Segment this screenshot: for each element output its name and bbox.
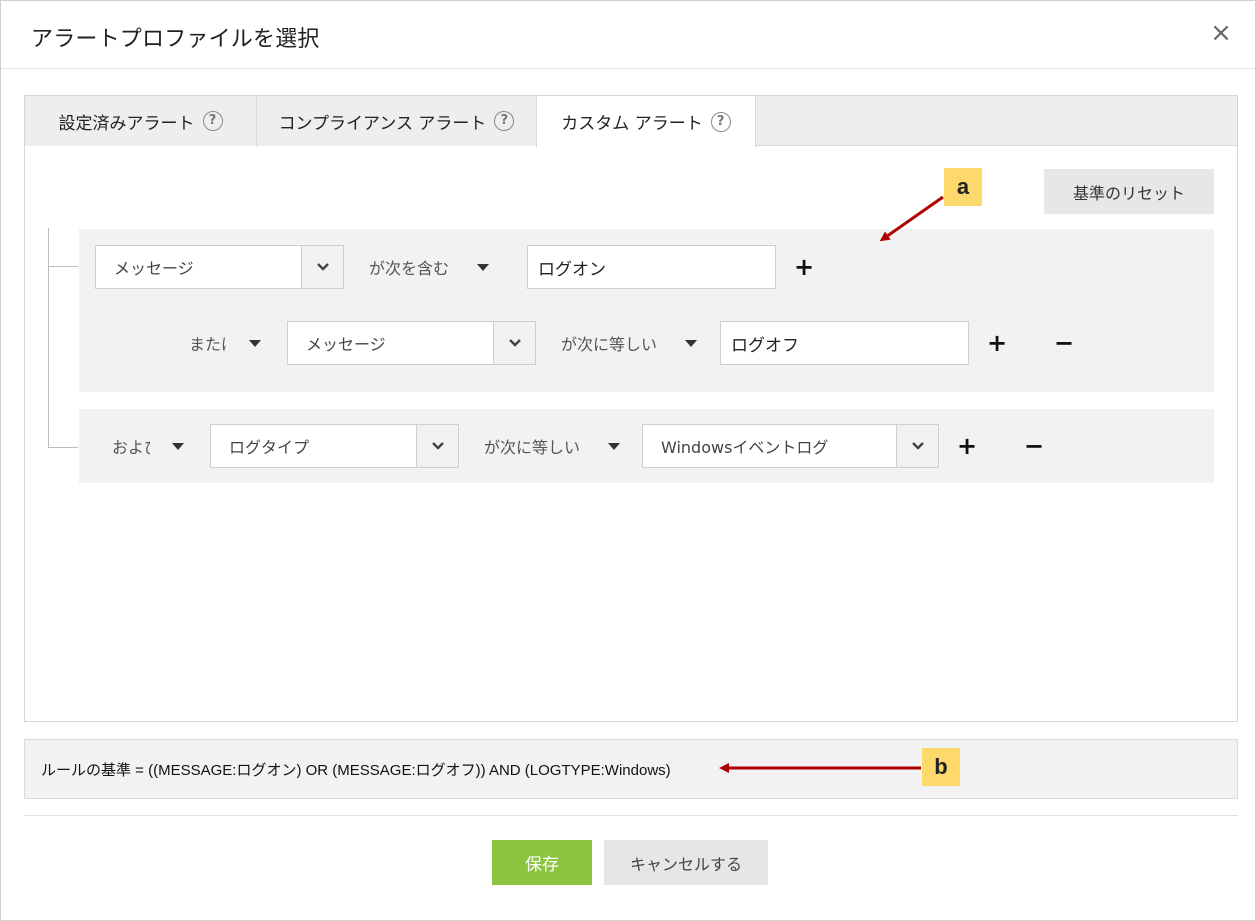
alert-panel: 設定済みアラート ? コンプライアンス アラート ? カスタム アラート ? 基… — [24, 95, 1238, 722]
add-condition-button[interactable]: + — [794, 255, 814, 279]
caret-down-icon — [172, 442, 184, 450]
conjunction-label: および — [112, 438, 150, 457]
value-input[interactable] — [527, 245, 776, 289]
help-icon[interactable]: ? — [710, 111, 731, 132]
field-select[interactable]: メッセージ — [95, 245, 344, 289]
tree-connector — [48, 447, 78, 448]
add-condition-button[interactable]: + — [957, 434, 977, 458]
chevron-down-icon[interactable] — [896, 425, 938, 467]
rule-criteria-summary: ルールの基準 = ((MESSAGE:ログオン) OR (MESSAGE:ログオ… — [24, 739, 1238, 799]
tab-compliance-alerts[interactable]: コンプライアンス アラート ? — [257, 96, 537, 146]
value-select-value: Windowsイベントログ — [661, 438, 829, 457]
tab-custom-alerts[interactable]: カスタム アラート ? — [536, 96, 756, 147]
chevron-down-icon[interactable] — [301, 246, 343, 288]
field-select-value: メッセージ — [306, 335, 386, 354]
rule-group-2: および ログタイプ が次に等しい Windowsイベントログ + − — [79, 409, 1214, 483]
operator-dropdown[interactable]: が次に等しい — [484, 424, 621, 468]
tab-label: 設定済みアラート — [58, 113, 195, 134]
rule-group-1: メッセージ が次を含む + または メッセージ — [79, 229, 1214, 392]
operator-label: が次に等しい — [484, 438, 581, 457]
tab-label: カスタム アラート — [561, 114, 703, 134]
help-icon[interactable]: ? — [202, 111, 223, 131]
caret-down-icon — [608, 442, 621, 450]
operator-dropdown[interactable]: が次に等しい — [561, 321, 698, 365]
caret-down-icon — [477, 263, 490, 271]
annotation-callout-b: b — [922, 748, 960, 786]
conjunction-dropdown[interactable]: および — [112, 424, 184, 468]
annotation-callout-a: a — [944, 168, 982, 206]
conjunction-dropdown[interactable]: または — [189, 321, 261, 365]
save-button[interactable]: 保存 — [492, 840, 592, 885]
tab-label: コンプライアンス アラート — [278, 113, 487, 134]
dialog-header: アラートプロファイルを選択 × — [1, 1, 1255, 69]
caret-down-icon — [685, 339, 698, 347]
field-select-value: メッセージ — [114, 259, 194, 278]
dialog-title: アラートプロファイルを選択 — [31, 27, 320, 52]
conjunction-label: または — [189, 335, 227, 354]
operator-label: が次に等しい — [561, 335, 658, 354]
footer-divider — [24, 815, 1238, 816]
cancel-button[interactable]: キャンセルする — [604, 840, 768, 885]
field-select[interactable]: メッセージ — [287, 321, 536, 365]
caret-down-icon — [249, 339, 261, 347]
reset-criteria-button[interactable]: 基準のリセット — [1044, 169, 1214, 214]
tree-connector — [48, 266, 78, 267]
remove-condition-button[interactable]: − — [1024, 434, 1044, 458]
help-icon[interactable]: ? — [494, 111, 515, 131]
add-condition-button[interactable]: + — [987, 331, 1007, 355]
field-select-value: ログタイプ — [229, 438, 310, 457]
tab-bar: 設定済みアラート ? コンプライアンス アラート ? カスタム アラート ? — [25, 96, 1237, 147]
operator-dropdown[interactable]: が次を含む — [369, 245, 490, 289]
value-input[interactable] — [720, 321, 969, 365]
value-select[interactable]: Windowsイベントログ — [642, 424, 939, 468]
tab-predefined-alerts[interactable]: 設定済みアラート ? — [25, 96, 257, 146]
tree-connector — [48, 228, 49, 448]
operator-label: が次を含む — [369, 259, 450, 278]
remove-condition-button[interactable]: − — [1054, 331, 1074, 355]
chevron-down-icon[interactable] — [416, 425, 458, 467]
alert-profile-dialog: アラートプロファイルを選択 × 設定済みアラート ? コンプライアンス アラート… — [0, 0, 1256, 921]
close-icon[interactable]: × — [1207, 15, 1235, 51]
field-select[interactable]: ログタイプ — [210, 424, 459, 468]
chevron-down-icon[interactable] — [493, 322, 535, 364]
